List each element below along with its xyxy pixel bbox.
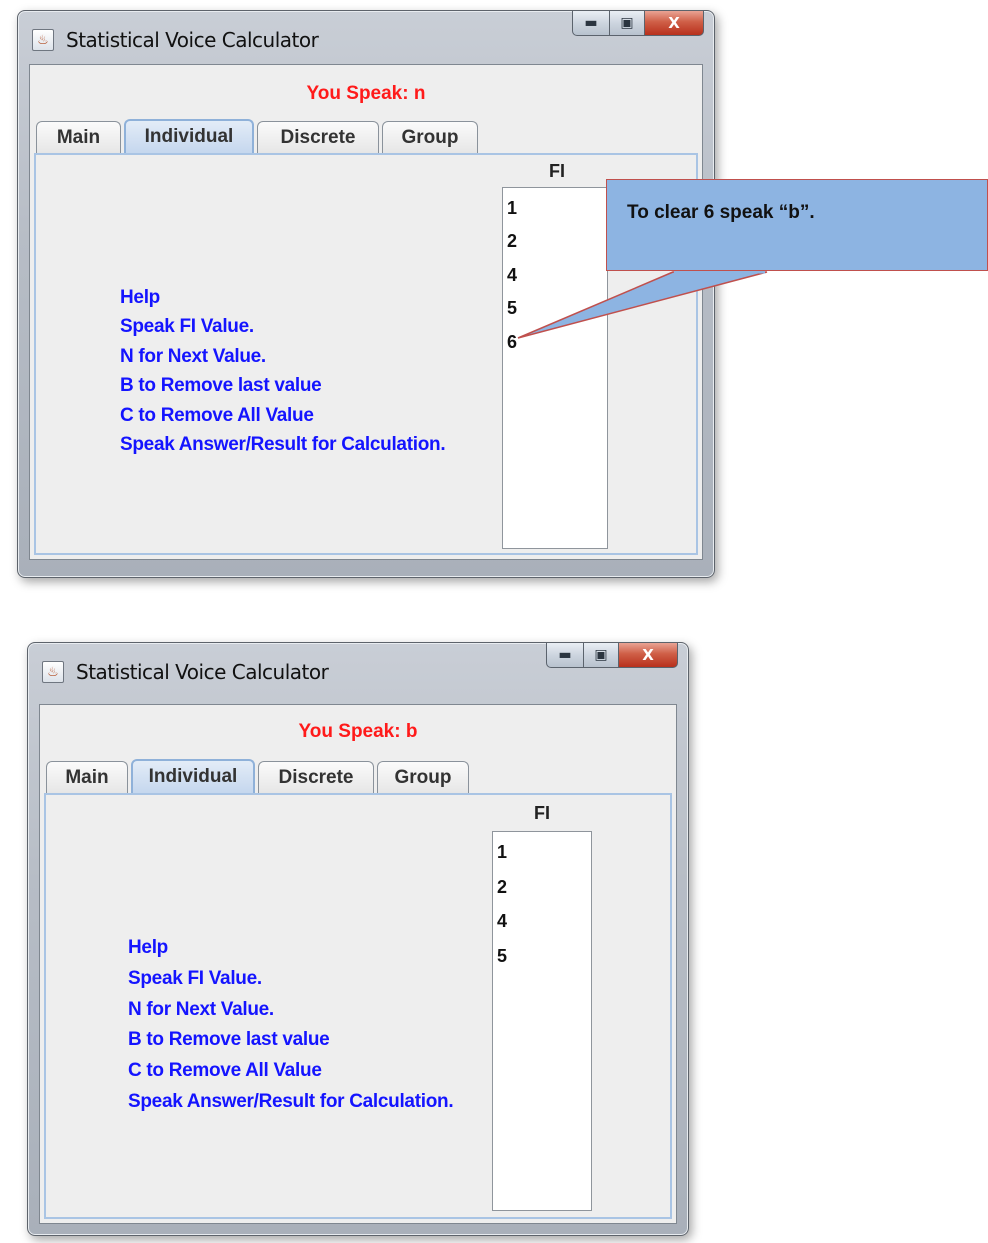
title-bar[interactable]: ♨ Statistical Voice Calculator ▬ ▣ X [18, 11, 714, 65]
close-button[interactable]: X [619, 643, 678, 668]
maximize-button[interactable]: ▣ [584, 643, 619, 668]
help-line: Speak Answer/Result for Calculation. [120, 434, 446, 456]
help-line: Help [128, 937, 168, 958]
list-item[interactable]: 1 [497, 840, 591, 875]
help-instructions: Help Speak FI Value. N for Next Value. B… [120, 283, 446, 459]
help-line: B to Remove last value [128, 1029, 330, 1051]
tab-main[interactable]: Main [36, 121, 121, 153]
list-item[interactable]: 5 [497, 944, 591, 979]
help-line: Speak FI Value. [120, 316, 254, 338]
fi-column-header: FI [549, 161, 565, 181]
tab-main[interactable]: Main [46, 761, 128, 793]
individual-tab-panel: Help Speak FI Value. N for Next Value. B… [44, 793, 672, 1219]
java-app-icon: ♨ [42, 661, 64, 683]
list-item[interactable]: 4 [497, 909, 591, 944]
tab-individual[interactable]: Individual [124, 119, 254, 153]
help-line: C to Remove All Value [128, 1060, 322, 1082]
tab-group[interactable]: Group [382, 121, 478, 153]
list-item[interactable]: 2 [497, 875, 591, 910]
tab-individual[interactable]: Individual [131, 759, 255, 793]
tab-discrete[interactable]: Discrete [258, 761, 374, 793]
tab-group[interactable]: Group [377, 761, 469, 793]
individual-tab-panel: Help Speak FI Value. N for Next Value. B… [34, 153, 698, 555]
list-item[interactable]: 1 [507, 196, 607, 229]
fi-column-header: FI [534, 803, 550, 823]
help-line: B to Remove last value [120, 375, 322, 397]
help-line: N for Next Value. [120, 345, 266, 367]
help-instructions: Help Speak FI Value. N for Next Value. B… [128, 933, 454, 1118]
minimize-button[interactable]: ▬ [572, 11, 610, 36]
window-title: Statistical Voice Calculator [66, 28, 319, 52]
callout-pointer [517, 270, 768, 339]
callout-text: To clear 6 speak “b”. [627, 202, 815, 223]
help-line: C to Remove All Value [120, 404, 314, 426]
callout-box: To clear 6 speak “b”. [606, 179, 988, 271]
close-button[interactable]: X [645, 11, 704, 36]
tab-bar: Main Individual Discrete Group [36, 119, 481, 153]
you-speak-label: You Speak: n [306, 83, 426, 104]
window-controls: ▬ ▣ X [546, 643, 678, 668]
maximize-button[interactable]: ▣ [610, 11, 645, 36]
minimize-button[interactable]: ▬ [546, 643, 584, 668]
tab-discrete[interactable]: Discrete [257, 121, 379, 153]
help-line: Help [120, 287, 160, 308]
you-speak-label: You Speak: b [298, 721, 418, 742]
help-line: Speak FI Value. [128, 967, 262, 989]
window-title: Statistical Voice Calculator [76, 660, 329, 684]
java-app-icon: ♨ [32, 29, 54, 51]
window-controls: ▬ ▣ X [572, 11, 704, 36]
calculator-window-after: ♨ Statistical Voice Calculator ▬ ▣ X You… [27, 642, 689, 1236]
fi-values-list[interactable]: 1 2 4 5 [492, 831, 592, 1211]
client-area: You Speak: b Main Individual Discrete Gr… [39, 704, 677, 1224]
help-line: N for Next Value. [128, 998, 274, 1020]
title-bar[interactable]: ♨ Statistical Voice Calculator ▬ ▣ X [28, 643, 688, 697]
fi-values-list[interactable]: 1 2 4 5 6 [502, 187, 608, 549]
help-line: Speak Answer/Result for Calculation. [128, 1090, 454, 1112]
list-item[interactable]: 2 [507, 229, 607, 262]
tab-bar: Main Individual Discrete Group [46, 759, 472, 793]
